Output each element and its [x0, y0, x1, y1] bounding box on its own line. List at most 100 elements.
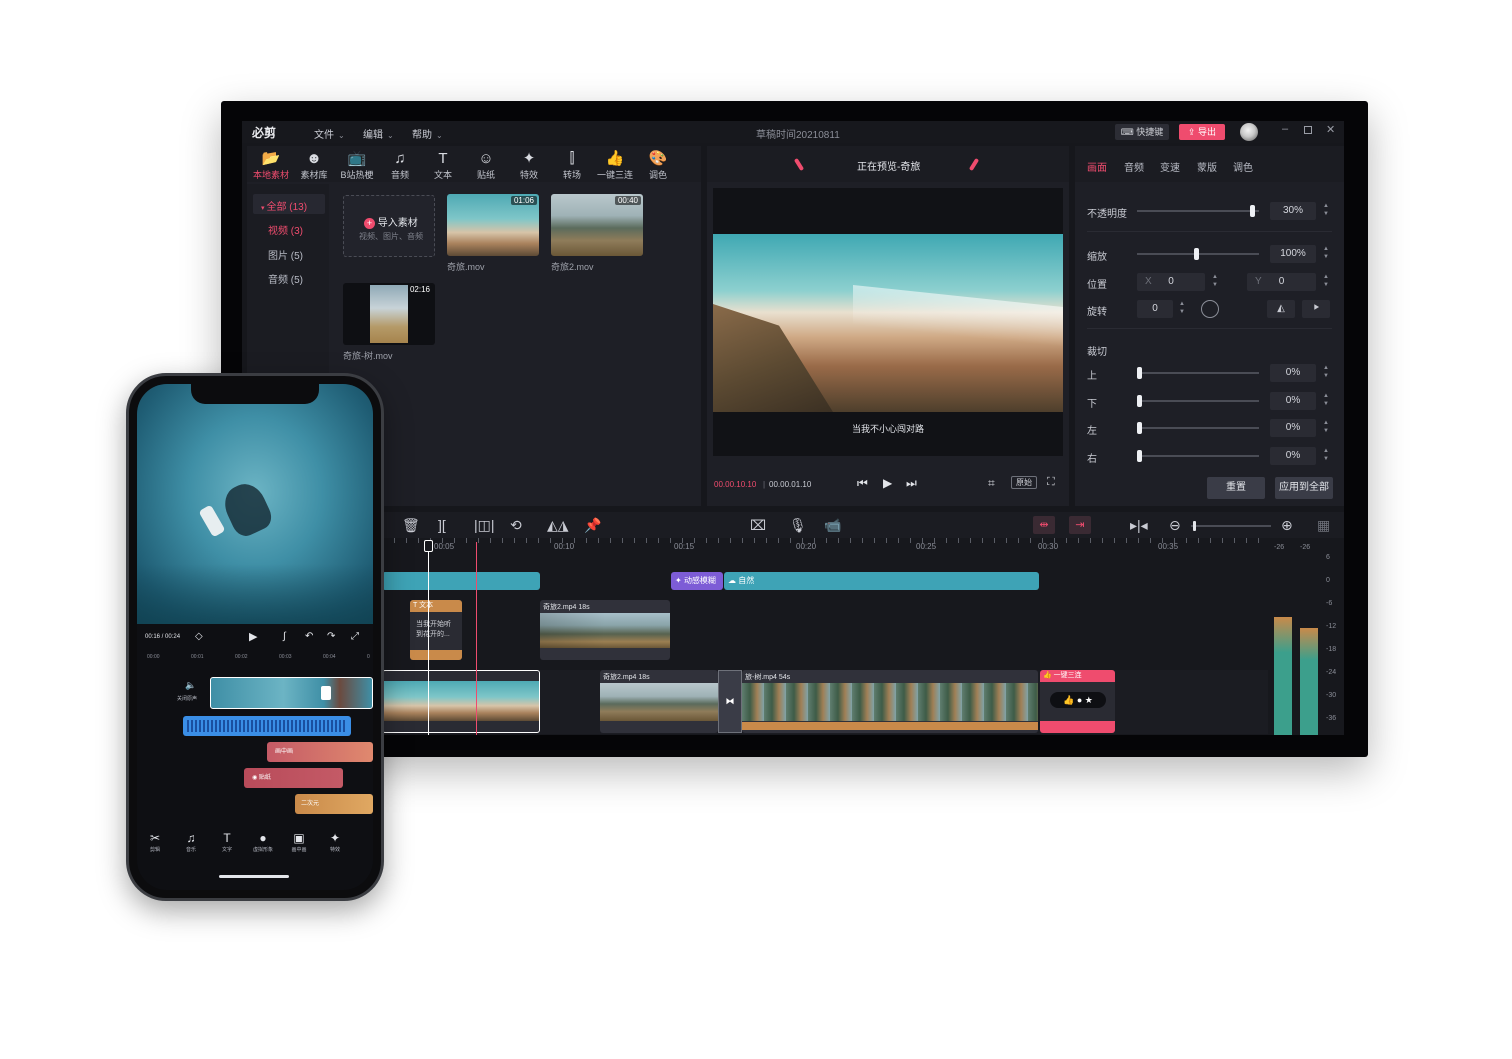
- close-icon[interactable]: ✕: [1326, 123, 1335, 136]
- phone-clip-handle[interactable]: [321, 686, 331, 700]
- crop-stepper[interactable]: ▲ ▼: [1321, 364, 1331, 382]
- camera-icon[interactable]: 📹: [824, 517, 841, 534]
- overlay-clip[interactable]: 奇旅2.mp4 18s: [540, 600, 670, 660]
- sidebar-item-image[interactable]: 图片 (5): [268, 247, 303, 262]
- keyframe-icon[interactable]: ◇: [195, 631, 203, 642]
- phone-video-clip[interactable]: [210, 677, 373, 709]
- playhead-handle[interactable]: [424, 540, 433, 552]
- phone-nav-item[interactable]: ✦ 特效: [323, 830, 347, 853]
- crop-icon[interactable]: ⌗: [988, 476, 995, 491]
- crop-slider-track[interactable]: [1137, 367, 1259, 379]
- toolbar-item-7[interactable]: ⫿ 转场: [552, 150, 592, 181]
- phone-nav-item[interactable]: ▣ 画中画: [287, 830, 311, 853]
- grid-icon[interactable]: ▦: [1317, 517, 1330, 534]
- main-clip-3[interactable]: 旅-树.mp4 54s: [742, 670, 1038, 733]
- media-thumb-1[interactable]: 01:06: [447, 194, 539, 256]
- sidebar-item-audio[interactable]: 音频 (5): [268, 271, 303, 286]
- toolbar-item-4[interactable]: T 文本: [423, 150, 463, 181]
- crop-value-input[interactable]: 0%: [1270, 419, 1316, 437]
- phone-nav-item[interactable]: T 文字: [215, 830, 239, 853]
- crop-slider-knob[interactable]: [1137, 367, 1142, 379]
- sidebar-item-video[interactable]: 视频 (3): [268, 222, 303, 237]
- sidebar-item-all[interactable]: ▾ 全部 (13): [261, 198, 307, 213]
- fullscreen-icon[interactable]: ⛶: [1047, 476, 1055, 489]
- phone-pip-clip[interactable]: 画中画: [267, 742, 373, 762]
- crop-value-input[interactable]: 0%: [1270, 391, 1316, 410]
- crop-stepper[interactable]: ▲ ▼: [1321, 392, 1331, 410]
- crop-slider-track[interactable]: [1137, 394, 1259, 407]
- skip-forward-icon[interactable]: ⏭: [906, 476, 917, 491]
- media-thumb-3[interactable]: 02:16: [343, 283, 435, 345]
- apply-all-button[interactable]: 应用到全部: [1275, 477, 1333, 499]
- fit-icon[interactable]: ▸|◂: [1130, 517, 1148, 534]
- zoom-slider[interactable]: [1191, 521, 1271, 531]
- zoom-out-icon[interactable]: ⊖: [1169, 517, 1181, 534]
- effect-clip-motion-blur[interactable]: ✦ 动感模糊: [671, 572, 723, 590]
- crop-stepper[interactable]: ▲ ▼: [1321, 419, 1331, 437]
- avatar[interactable]: [1240, 123, 1258, 141]
- linkage-icon[interactable]: ⇥: [1069, 516, 1091, 534]
- crop-value-input[interactable]: 0%: [1270, 446, 1316, 465]
- phone-anime-clip[interactable]: 二次元: [295, 794, 373, 814]
- effect-clip[interactable]: [382, 572, 540, 590]
- crop-slider-track[interactable]: [1137, 449, 1259, 462]
- original-ratio-button[interactable]: 原始: [1011, 476, 1037, 489]
- crop-slider-knob[interactable]: [1137, 394, 1142, 407]
- toolbar-item-6[interactable]: ✦ 特效: [509, 150, 549, 181]
- maximize-icon[interactable]: [1304, 126, 1312, 134]
- crop-value-input[interactable]: 0%: [1270, 364, 1316, 382]
- toolbar-item-2[interactable]: 📺 B站热梗: [337, 150, 377, 181]
- undo-icon[interactable]: ↶: [305, 631, 313, 642]
- minimize-icon[interactable]: –: [1282, 123, 1288, 135]
- toolbar-item-9[interactable]: 🎨 调色: [638, 150, 678, 181]
- fullscreen-icon[interactable]: ⤢: [351, 631, 359, 642]
- menu-file[interactable]: 文件 ⌄: [314, 126, 345, 141]
- phone-sticker-clip[interactable]: ◉ 贴纸: [244, 768, 343, 788]
- triple-clip[interactable]: 👍 一键三连 👍 ● ★: [1040, 670, 1115, 733]
- import-media-button[interactable]: + 导入素材 视频、图片、音频: [343, 195, 435, 257]
- phone-nav-item[interactable]: ♫ 音乐: [179, 830, 203, 853]
- crop-slider-knob[interactable]: [1137, 449, 1142, 462]
- toolbar-item-1[interactable]: ☻ 素材库: [294, 150, 334, 181]
- phone-play-icon[interactable]: ▶: [249, 630, 257, 643]
- zoom-knob[interactable]: [1193, 521, 1196, 531]
- main-clip-2[interactable]: 奇旅2.mp4 18s: [600, 670, 718, 733]
- filter-clip-natural[interactable]: ☁ 自然: [724, 572, 1039, 590]
- redo-icon[interactable]: ↷: [327, 631, 335, 642]
- toolbar-item-8[interactable]: 👍 一键三连: [595, 150, 635, 181]
- text-clip[interactable]: T 文本 当我开始听 到花开的...: [410, 600, 462, 660]
- delete-icon[interactable]: 🗑: [402, 517, 420, 534]
- toolbar-item-5[interactable]: ☺ 贴纸: [466, 150, 506, 181]
- main-clip-1[interactable]: [382, 670, 540, 733]
- crop-stepper[interactable]: ▲ ▼: [1321, 447, 1331, 465]
- reverse-icon[interactable]: ⟲: [510, 517, 522, 534]
- mirror-icon[interactable]: ◭◮: [547, 517, 569, 534]
- transition-marker-icon[interactable]: ⧓: [718, 670, 742, 733]
- curve-icon[interactable]: ∫: [283, 631, 286, 642]
- menu-help[interactable]: 帮助 ⌄: [412, 126, 443, 141]
- phone-nav-item[interactable]: ✂ 剪辑: [143, 830, 167, 853]
- reset-button[interactable]: 重置: [1207, 477, 1265, 499]
- split-icon[interactable]: ][: [438, 517, 446, 533]
- pin-icon[interactable]: 📌: [584, 517, 601, 534]
- crop-slider-knob[interactable]: [1137, 422, 1142, 434]
- play-icon[interactable]: ▶: [883, 476, 892, 490]
- toolbar-item-3[interactable]: ♫ 音频: [380, 150, 420, 181]
- export-button[interactable]: ⇪ 导出: [1179, 124, 1225, 140]
- volume-icon[interactable]: 🔈: [185, 680, 196, 691]
- text-recognition-icon[interactable]: ⌧: [750, 517, 766, 534]
- freeze-icon[interactable]: |◫|: [474, 517, 495, 534]
- playhead[interactable]: [428, 542, 429, 735]
- phone-nav-item[interactable]: ● 虚拟形象: [251, 830, 275, 853]
- zoom-in-icon[interactable]: ⊕: [1281, 517, 1293, 534]
- media-thumb-2[interactable]: 00:40: [551, 194, 643, 256]
- toolbar-item-0[interactable]: 📂 本地素材: [251, 150, 291, 181]
- phone-audio-clip[interactable]: [183, 716, 351, 736]
- transition-icon: ⫿: [569, 150, 575, 167]
- snap-icon[interactable]: ⇹: [1033, 516, 1055, 534]
- menu-edit[interactable]: 编辑 ⌄: [363, 126, 394, 141]
- microphone-icon[interactable]: 🎙: [789, 517, 807, 534]
- crop-slider-track[interactable]: [1137, 422, 1259, 434]
- skip-back-icon[interactable]: ⏮: [857, 476, 868, 491]
- shortcut-button[interactable]: ⌨ 快捷键: [1115, 124, 1169, 140]
